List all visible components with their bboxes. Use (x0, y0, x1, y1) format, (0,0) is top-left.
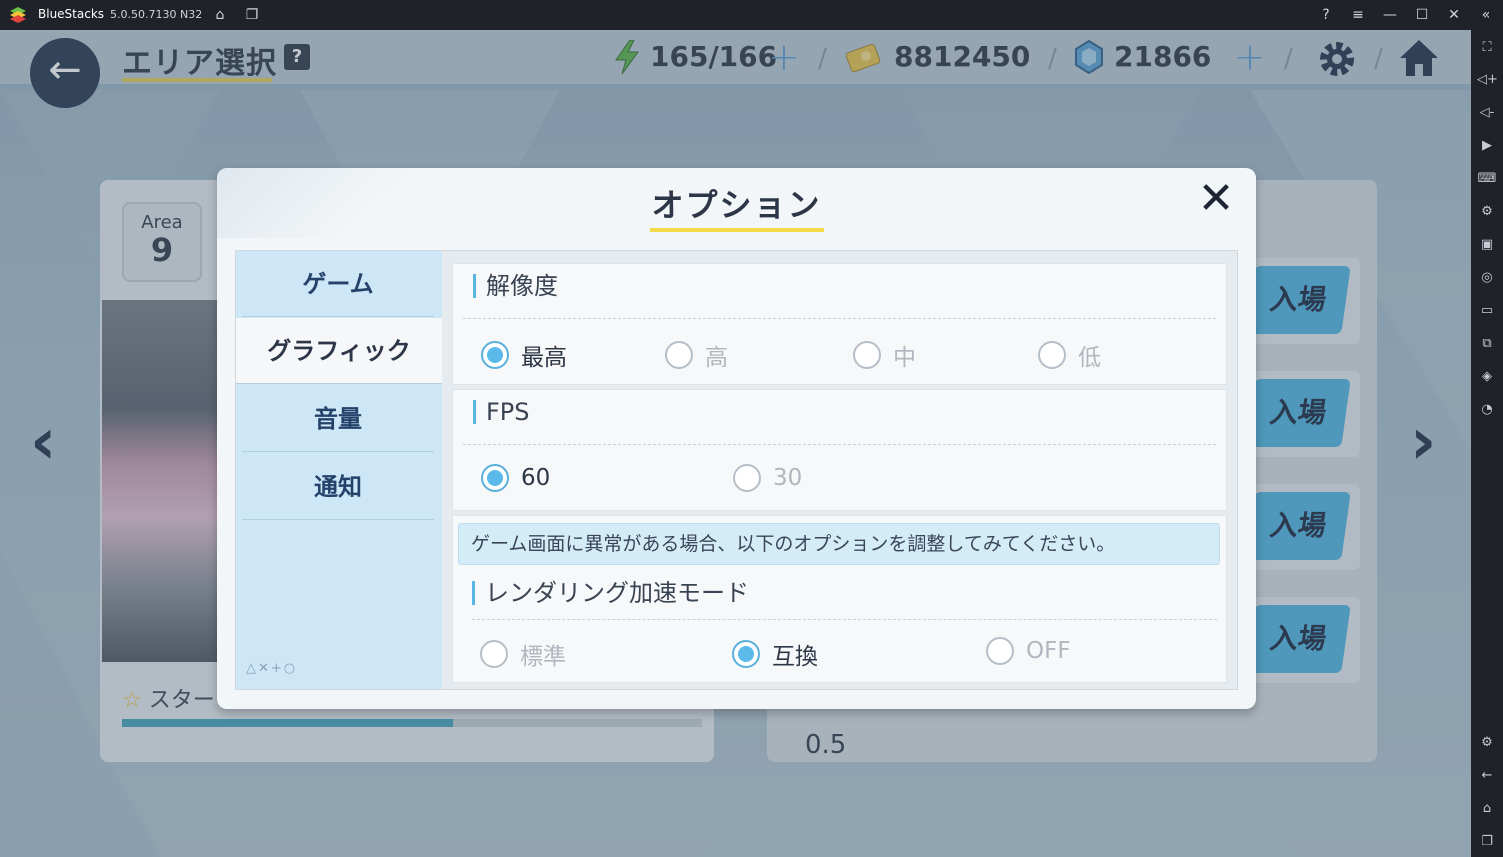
rendering-notice: ゲーム画面に異常がある場合、以下のオプションを調整してみてください。 (458, 523, 1220, 565)
option-label: 最高 (521, 345, 567, 371)
radio-icon (1038, 341, 1066, 369)
fps-section: FPS 60 30 (452, 389, 1227, 511)
tab-game[interactable]: ゲーム (242, 251, 434, 317)
tabs-decoration: △✕+○ (246, 661, 298, 676)
option-label: 60 (521, 465, 551, 491)
divider (463, 318, 1216, 319)
graphics-settings: 解像度 最高 高 中 低 FPS 60 30 ゲーム画面に異常がある場合、以下の… (442, 251, 1237, 689)
app-version: 5.0.50.7130 N32 (110, 8, 203, 21)
resolution-section: 解像度 最高 高 中 低 (452, 263, 1227, 385)
minimize-icon[interactable]: — (1380, 5, 1400, 25)
options-tabs: ゲーム グラフィック 音量 通知 △✕+○ (236, 251, 442, 689)
dialog-title-underline (650, 228, 824, 232)
option-label: 互換 (772, 644, 818, 670)
fps-option-60[interactable]: 60 (481, 464, 550, 492)
keyboard-icon[interactable]: ⌨ (1477, 169, 1497, 189)
radio-icon (480, 640, 508, 668)
option-label: 高 (705, 345, 728, 371)
layers-icon[interactable]: ◈ (1477, 367, 1497, 387)
folder-icon[interactable]: ▭ (1477, 301, 1497, 321)
options-dialog: オプション ✕ ゲーム グラフィック 音量 通知 △✕+○ 解像度 最高 高 中… (217, 168, 1256, 709)
close-dialog-button[interactable]: ✕ (1196, 177, 1236, 221)
side-toolbar: ⛶ ◁+ ◁- ▶ ⌨ ⚙ ▣ ◎ ▭ ⧉ ◈ ◔ ⚙ ← ⌂ ❐ (1471, 30, 1503, 857)
option-label: 30 (773, 465, 803, 491)
fps-option-30[interactable]: 30 (733, 464, 802, 492)
radio-icon (481, 464, 509, 492)
resolution-option-highest[interactable]: 最高 (481, 338, 567, 372)
menu-icon[interactable]: ≡ (1348, 5, 1368, 25)
home-icon[interactable]: ⌂ (210, 5, 230, 25)
rendering-title: レンダリング加速モード (472, 581, 749, 605)
option-label: 低 (1078, 345, 1101, 371)
collapse-sidebar-icon[interactable]: « (1476, 5, 1496, 25)
tab-notifications[interactable]: 通知 (242, 454, 434, 520)
android-home-icon[interactable]: ⌂ (1477, 799, 1497, 819)
apk-icon[interactable]: ▣ (1477, 235, 1497, 255)
multi-instance-icon[interactable]: ❐ (242, 5, 262, 25)
volume-down-icon[interactable]: ◁- (1477, 103, 1497, 123)
maximize-icon[interactable]: ☐ (1412, 5, 1432, 25)
radio-icon (733, 464, 761, 492)
volume-up-icon[interactable]: ◁+ (1477, 70, 1498, 90)
back-icon[interactable]: ← (1477, 766, 1497, 786)
radio-icon (853, 341, 881, 369)
eco-mode-icon[interactable]: ◔ (1477, 400, 1497, 420)
rendering-option-standard[interactable]: 標準 (480, 637, 566, 671)
tab-graphics[interactable]: グラフィック (236, 318, 442, 384)
recent-apps-icon[interactable]: ❐ (1477, 832, 1497, 852)
radio-icon (732, 640, 760, 668)
resolution-option-high[interactable]: 高 (665, 338, 728, 372)
dialog-body: ゲーム グラフィック 音量 通知 △✕+○ 解像度 最高 高 中 低 FPS 6… (235, 250, 1238, 690)
help-circle-icon[interactable]: ? (1316, 5, 1336, 25)
option-label: 中 (893, 345, 916, 371)
fps-title: FPS (473, 400, 530, 424)
divider (463, 444, 1216, 445)
radio-icon (481, 341, 509, 369)
bluestacks-logo-icon (10, 7, 26, 23)
screenshot-icon[interactable]: ◎ (1477, 268, 1497, 288)
rendering-option-off[interactable]: OFF (986, 637, 1071, 665)
radio-icon (986, 637, 1014, 665)
dialog-title: オプション (651, 186, 822, 224)
option-label: 標準 (520, 644, 566, 670)
rendering-option-compatible[interactable]: 互換 (732, 637, 818, 671)
divider (472, 619, 1217, 620)
fullscreen-icon[interactable]: ⛶ (1477, 38, 1497, 58)
game-viewport: ← エリア選択 ? 165/166 + / 8812450 / 21866 + … (0, 30, 1471, 857)
resolution-title: 解像度 (473, 274, 558, 298)
title-bar: BlueStacks 5.0.50.7130 N32 ⌂ ❐ ? ≡ — ☐ ✕… (0, 0, 1503, 30)
option-label: OFF (1026, 638, 1071, 664)
tab-volume[interactable]: 音量 (242, 386, 434, 452)
settings-icon[interactable]: ⚙ (1477, 733, 1497, 753)
play-icon[interactable]: ▶ (1477, 136, 1497, 156)
multi-window-icon[interactable]: ⧉ (1477, 334, 1497, 354)
resolution-option-medium[interactable]: 中 (853, 338, 916, 372)
radio-icon (665, 341, 693, 369)
close-window-icon[interactable]: ✕ (1444, 5, 1464, 25)
resolution-option-low[interactable]: 低 (1038, 338, 1101, 372)
macro-icon[interactable]: ⚙ (1477, 202, 1497, 222)
app-title: BlueStacks (38, 7, 105, 21)
